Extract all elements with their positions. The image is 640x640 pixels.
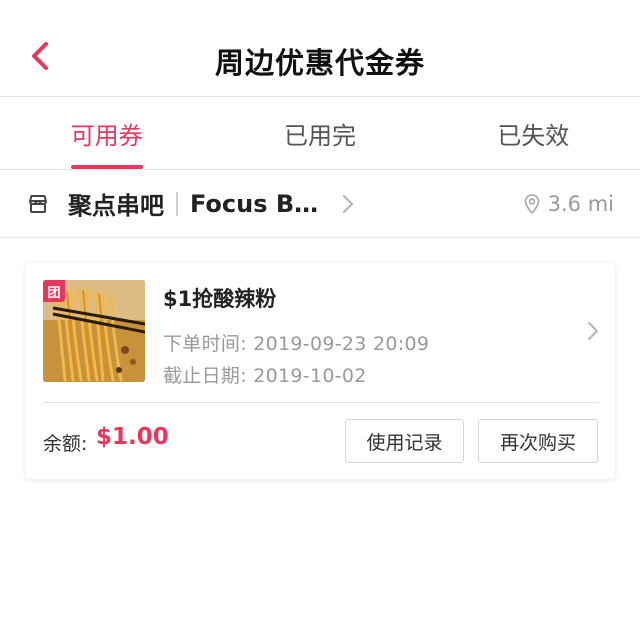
store-name-english: Focus B... [190,189,320,218]
page-title: 周边优惠代金券 [214,46,425,80]
tab-bar: 可用券 已用完 已失效 [0,97,640,170]
tab-used-up-label: 已用完 [283,121,356,150]
tab-available-label: 可用券 [70,121,143,150]
active-tab-indicator [70,165,143,169]
tab-expired[interactable]: 已失效 [427,97,640,169]
store-name-divider [176,191,178,216]
app-screen: 周边优惠代金券 可用券 已用完 已失效 聚点串吧 Focus B... 3.6 … [0,0,640,640]
store-icon [26,192,50,216]
usage-records-button[interactable]: 使用记录 [345,419,464,463]
distance-value: 3.6 mi [547,191,614,216]
tab-expired-label: 已失效 [497,121,570,150]
coupon-card[interactable]: 团 $1抢酸辣粉 下单时间: 2019-09-23 20:09 截止日期: 20… [26,263,615,479]
tab-used-up[interactable]: 已用完 [213,97,426,169]
tab-available[interactable]: 可用券 [0,97,213,169]
location-pin-icon [524,193,540,214]
order-time: 下单时间: 2019-09-23 20:09 [163,333,430,355]
card-divider [43,402,598,403]
expiry-date: 截止日期: 2019-10-02 [163,365,367,387]
balance-value: $1.00 [96,424,169,450]
group-buy-badge: 团 [43,280,65,302]
store-distance: 3.6 mi [524,192,614,216]
card-chevron-right-icon[interactable] [587,321,599,345]
nav-header: 周边优惠代金券 [0,0,640,97]
buy-again-button[interactable]: 再次购买 [478,419,598,463]
chevron-right-icon [342,194,354,214]
deal-title: $1抢酸辣粉 [163,287,277,311]
deal-thumbnail: 团 [43,280,145,382]
store-name-chinese: 聚点串吧 [68,192,164,220]
store-row[interactable]: 聚点串吧 Focus B... 3.6 mi [0,170,640,238]
balance-label: 余额: [43,433,88,455]
